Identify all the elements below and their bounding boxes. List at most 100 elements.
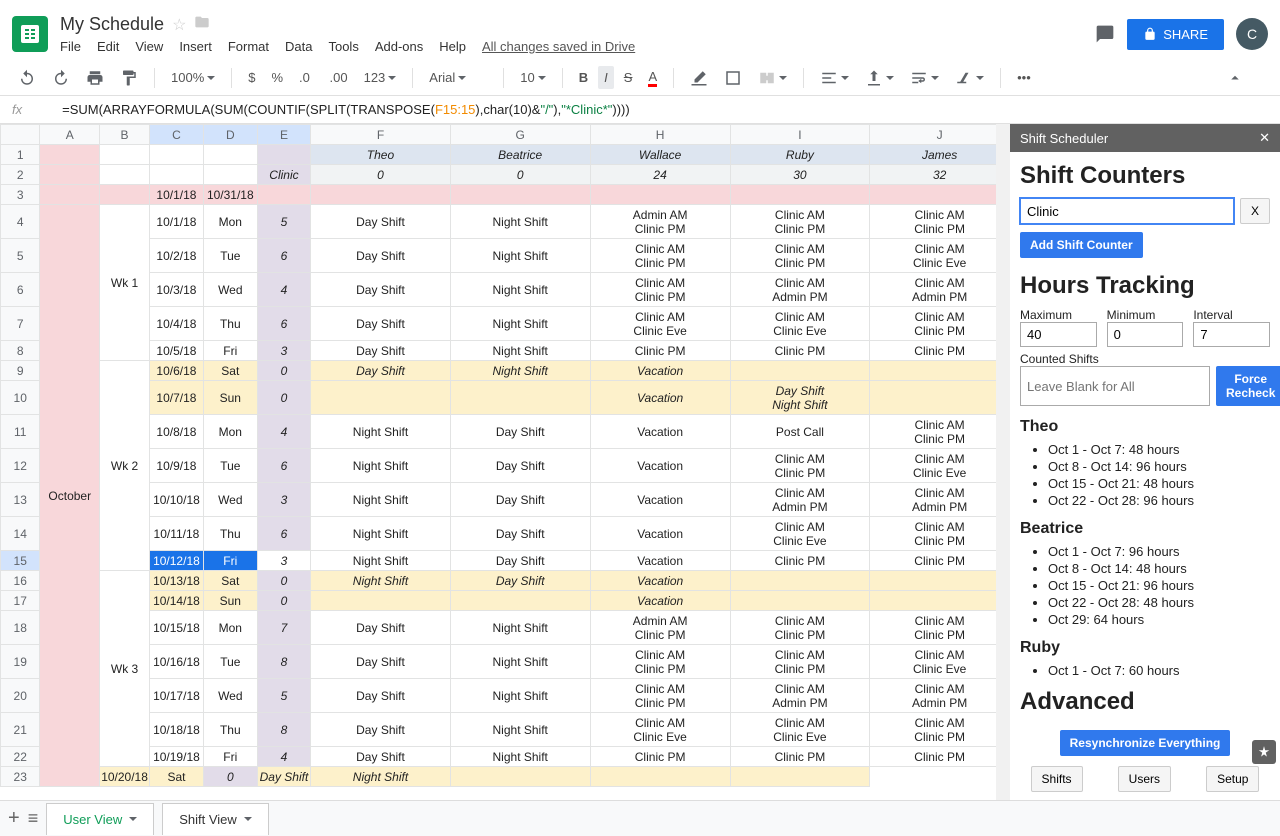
shift-cell[interactable]: Day Shift xyxy=(311,679,451,713)
shift-cell[interactable]: Day Shift xyxy=(450,571,590,591)
count-cell[interactable]: 0 xyxy=(257,381,310,415)
count-cell[interactable]: 6 xyxy=(257,449,310,483)
print-icon[interactable] xyxy=(80,65,110,91)
italic-icon[interactable]: I xyxy=(598,66,614,89)
date-cell[interactable]: 10/10/18 xyxy=(150,483,204,517)
shift-cell[interactable]: Day ShiftNight Shift xyxy=(730,381,870,415)
col-header[interactable]: F xyxy=(311,125,451,145)
menu-format[interactable]: Format xyxy=(228,39,269,54)
dow-cell[interactable]: Tue xyxy=(203,645,257,679)
shift-cell[interactable]: Admin AMClinic PM xyxy=(590,611,730,645)
shift-cell[interactable]: Clinic AMAdmin PM xyxy=(870,483,1010,517)
counted-shifts-input[interactable] xyxy=(1020,366,1210,406)
date-cell[interactable]: 10/17/18 xyxy=(150,679,204,713)
bold-icon[interactable]: B xyxy=(573,66,594,89)
count-cell[interactable]: 6 xyxy=(257,517,310,551)
resync-button[interactable]: Resynchronize Everything xyxy=(1060,730,1231,756)
counter-input[interactable] xyxy=(1020,198,1234,224)
close-icon[interactable]: ✕ xyxy=(1259,130,1270,146)
shift-cell[interactable]: Clinic AMClinic PM xyxy=(870,713,1010,747)
percent-icon[interactable]: % xyxy=(265,66,289,89)
count-cell[interactable]: 4 xyxy=(257,747,310,767)
shift-cell[interactable]: Clinic AMClinic PM xyxy=(730,611,870,645)
dow-cell[interactable]: Tue xyxy=(203,449,257,483)
shift-cell[interactable]: Night Shift xyxy=(450,611,590,645)
count-cell[interactable]: 4 xyxy=(257,273,310,307)
shift-cell[interactable] xyxy=(730,767,870,787)
save-status[interactable]: All changes saved in Drive xyxy=(482,39,635,54)
date-cell[interactable]: 10/9/18 xyxy=(150,449,204,483)
shift-cell[interactable]: Day Shift xyxy=(450,483,590,517)
date-cell[interactable]: 10/8/18 xyxy=(150,415,204,449)
shift-cell[interactable]: Night Shift xyxy=(450,307,590,341)
shift-cell[interactable] xyxy=(870,591,1010,611)
dow-cell[interactable]: Wed xyxy=(203,679,257,713)
shift-cell[interactable]: Night Shift xyxy=(450,273,590,307)
shift-cell[interactable]: Clinic PM xyxy=(870,341,1010,361)
zoom-level[interactable]: 100% xyxy=(165,66,221,89)
rotate-icon[interactable] xyxy=(949,65,990,91)
shift-cell[interactable]: Day Shift xyxy=(311,341,451,361)
menu-help[interactable]: Help xyxy=(439,39,466,54)
person-header[interactable]: Beatrice xyxy=(450,145,590,165)
shift-cell[interactable]: Clinic AMClinic PM xyxy=(730,645,870,679)
shift-cell[interactable]: Day Shift xyxy=(311,747,451,767)
shift-cell[interactable]: Night Shift xyxy=(311,551,451,571)
font-size[interactable]: 10 xyxy=(514,66,551,89)
shift-cell[interactable]: Clinic AMClinic Eve xyxy=(730,307,870,341)
dow-cell[interactable]: Thu xyxy=(203,307,257,341)
vertical-scrollbar[interactable] xyxy=(996,124,1010,800)
col-header[interactable]: D xyxy=(203,125,257,145)
users-button[interactable]: Users xyxy=(1118,766,1171,792)
count-cell[interactable]: 7 xyxy=(257,611,310,645)
add-sheet-icon[interactable]: + xyxy=(8,807,20,830)
shift-cell[interactable] xyxy=(311,591,451,611)
shifts-button[interactable]: Shifts xyxy=(1031,766,1083,792)
fill-color-icon[interactable] xyxy=(684,65,714,91)
shift-cell[interactable]: Clinic PM xyxy=(730,341,870,361)
shift-cell[interactable]: Admin AMClinic PM xyxy=(590,205,730,239)
shift-cell[interactable]: Clinic AMAdmin PM xyxy=(870,273,1010,307)
menu-view[interactable]: View xyxy=(135,39,163,54)
shift-cell[interactable]: Clinic AMClinic Eve xyxy=(730,713,870,747)
shift-cell[interactable]: Night Shift xyxy=(450,361,590,381)
shift-cell[interactable]: Clinic AMClinic Eve xyxy=(870,645,1010,679)
shift-cell[interactable]: Day Shift xyxy=(311,273,451,307)
person-header[interactable]: Ruby xyxy=(730,145,870,165)
week-cell[interactable]: Wk 2 xyxy=(100,361,150,571)
shift-cell[interactable] xyxy=(450,591,590,611)
shift-cell[interactable]: Clinic AMClinic PM xyxy=(870,517,1010,551)
shift-cell[interactable]: Clinic AMClinic Eve xyxy=(730,517,870,551)
shift-cell[interactable]: Night Shift xyxy=(311,415,451,449)
dow-cell[interactable]: Mon xyxy=(203,611,257,645)
shift-cell[interactable]: Clinic AMClinic Eve xyxy=(870,449,1010,483)
count-cell[interactable]: 5 xyxy=(257,679,310,713)
currency-icon[interactable]: $ xyxy=(242,66,261,89)
shift-cell[interactable]: Day Shift xyxy=(311,239,451,273)
shift-cell[interactable]: Clinic AMClinic Eve xyxy=(870,239,1010,273)
dow-cell[interactable]: Sat xyxy=(150,767,204,787)
shift-cell[interactable]: Clinic AMClinic PM xyxy=(590,645,730,679)
menu-insert[interactable]: Insert xyxy=(179,39,212,54)
shift-cell[interactable]: Clinic PM xyxy=(590,747,730,767)
shift-cell[interactable]: Post Call xyxy=(730,415,870,449)
explore-icon[interactable] xyxy=(1252,740,1276,764)
dow-cell[interactable]: Mon xyxy=(203,205,257,239)
tab-user-view[interactable]: User View xyxy=(46,803,154,835)
shift-cell[interactable]: Night Shift xyxy=(311,483,451,517)
date-cell[interactable]: 10/12/18 xyxy=(150,551,204,571)
col-header[interactable]: I xyxy=(730,125,870,145)
col-header[interactable]: G xyxy=(450,125,590,145)
shift-cell[interactable]: Day Shift xyxy=(450,517,590,551)
share-button[interactable]: SHARE xyxy=(1127,19,1224,50)
shift-cell[interactable] xyxy=(450,767,590,787)
strike-icon[interactable]: S xyxy=(618,66,639,89)
menu-data[interactable]: Data xyxy=(285,39,312,54)
shift-cell[interactable]: Clinic AMClinic PM xyxy=(870,415,1010,449)
shift-cell[interactable]: Clinic AMAdmin PM xyxy=(870,679,1010,713)
shift-cell[interactable]: Night Shift xyxy=(311,517,451,551)
account-avatar[interactable]: C xyxy=(1236,18,1268,50)
shift-cell[interactable]: Clinic AMClinic PM xyxy=(730,205,870,239)
dow-cell[interactable]: Thu xyxy=(203,517,257,551)
max-input[interactable] xyxy=(1020,322,1097,347)
